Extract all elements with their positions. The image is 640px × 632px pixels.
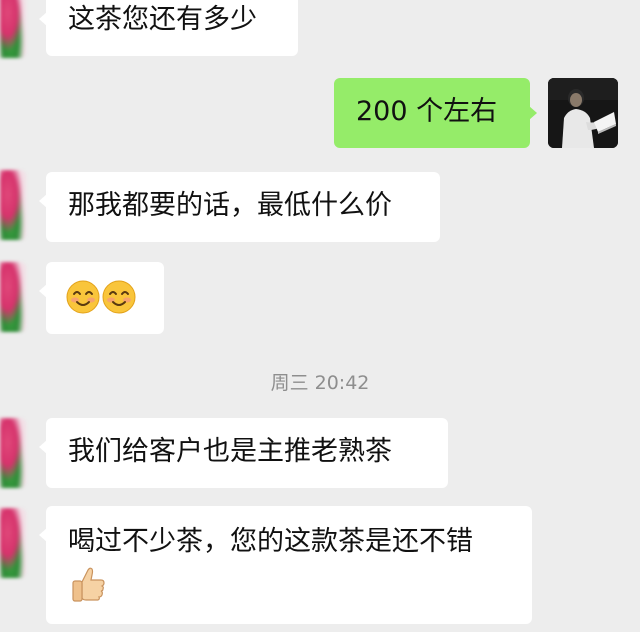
person-reading-photo — [548, 78, 618, 148]
message-bubble-incoming[interactable]: 喝过不少茶，您的这款茶是还不错 — [39, 506, 532, 624]
message-bubble-incoming[interactable]: 这茶您还有多少 — [39, 0, 298, 56]
smiling-face-icon — [66, 280, 100, 314]
message-text: 我们给客户也是主推老熟茶 — [68, 436, 392, 467]
message-bubble-incoming[interactable] — [39, 262, 164, 334]
message-text: 这茶您还有多少 — [68, 4, 257, 35]
contact-avatar[interactable] — [0, 170, 26, 240]
contact-avatar[interactable] — [0, 418, 26, 488]
message-bubble-incoming[interactable]: 那我都要的话，最低什么价 — [39, 172, 440, 242]
smiling-face-icon — [102, 280, 136, 314]
message-bubble-outgoing[interactable]: 200 个左右 — [334, 78, 537, 148]
message-bubble-incoming[interactable]: 我们给客户也是主推老熟茶 — [39, 418, 448, 488]
message-text: 那我都要的话，最低什么价 — [68, 190, 392, 221]
contact-avatar[interactable] — [0, 0, 26, 58]
contact-avatar[interactable] — [0, 508, 26, 578]
message-text: 200 个左右 — [356, 96, 498, 127]
message-text: 喝过不少茶，您的这款茶是还不错 — [68, 526, 473, 557]
my-avatar[interactable] — [548, 78, 618, 148]
message-timestamp: 周三 20:42 — [270, 372, 370, 394]
thumbs-up-icon — [68, 564, 108, 604]
contact-avatar[interactable] — [0, 262, 26, 332]
chat-window: 这茶您还有多少 200 个左右 那我都要的话，最低什么价 周三 20:42 我们… — [0, 0, 640, 632]
